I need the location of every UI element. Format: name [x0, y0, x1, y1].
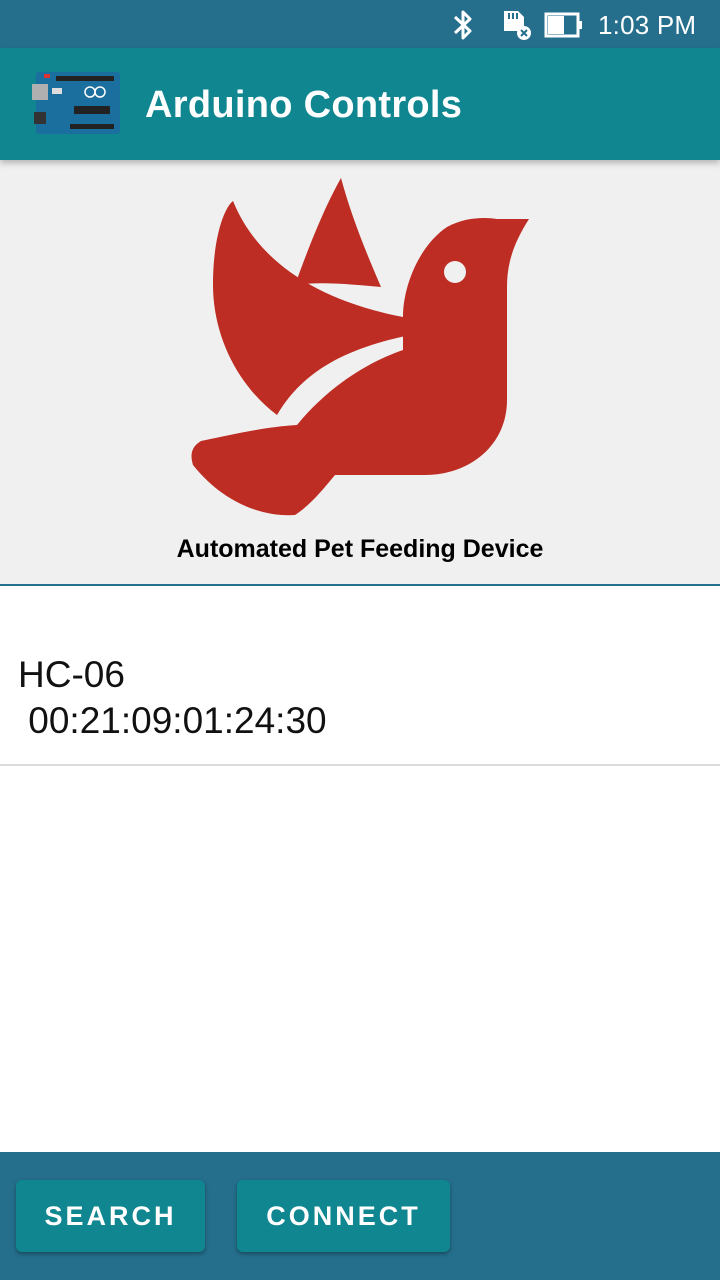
app-title: Arduino Controls [145, 84, 463, 126]
sd-card-error-icon [504, 11, 531, 40]
header-banner: Automated Pet Feeding Device [0, 160, 720, 586]
status-bar: 1:03 PM [0, 0, 720, 48]
device-address: 00:21:09:01:24:30 [18, 700, 327, 741]
battery-icon [544, 12, 582, 38]
device-list: HC-06 00:21:09:01:24:30 [0, 586, 720, 766]
bluetooth-icon [453, 10, 472, 40]
device-caption: Automated Pet Feeding Device [176, 535, 544, 563]
list-item[interactable]: HC-06 00:21:09:01:24:30 [0, 586, 720, 766]
search-button[interactable]: SEARCH [16, 1180, 205, 1252]
red-bird-icon [191, 178, 529, 516]
connect-button[interactable]: CONNECT [237, 1180, 450, 1252]
arduino-board-icon [32, 72, 120, 134]
device-name: HC-06 [18, 654, 125, 695]
bottom-action-bar: SEARCH CONNECT [0, 1152, 720, 1280]
status-time: 1:03 PM [598, 10, 697, 40]
app-bar: Arduino Controls [0, 48, 720, 160]
